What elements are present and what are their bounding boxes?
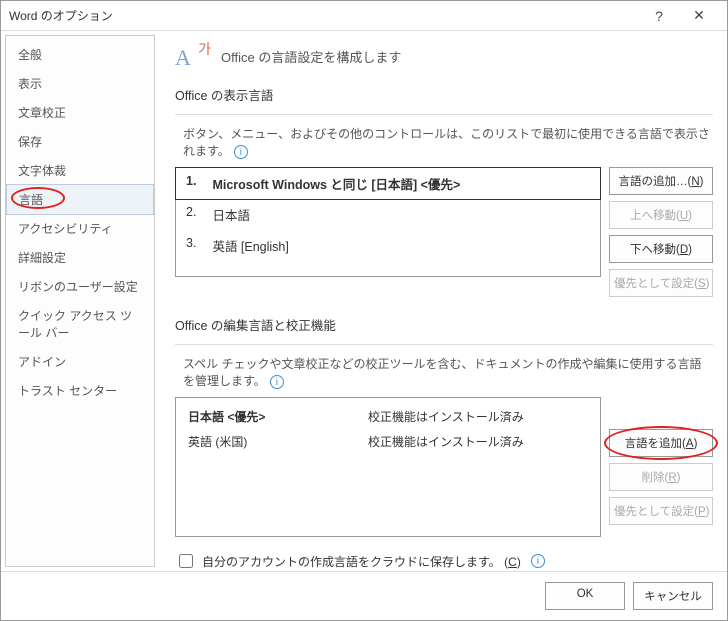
sidebar-item-5[interactable]: 言語 [6, 184, 154, 215]
sidebar-item-7[interactable]: 詳細設定 [6, 243, 154, 272]
info-icon[interactable]: i [531, 554, 545, 568]
display-language-title: Office の表示言語 [175, 85, 713, 104]
display-language-list[interactable]: 1.Microsoft Windows と同じ [日本語] <優先>2.日本語3… [175, 167, 601, 277]
sidebar-item-11[interactable]: トラスト センター [6, 376, 154, 405]
titlebar: Word のオプション ? ✕ [1, 1, 727, 31]
sidebar-item-4[interactable]: 文字体裁 [6, 156, 154, 185]
sidebar-item-3[interactable]: 保存 [6, 127, 154, 156]
cloud-save-checkbox[interactable] [179, 554, 193, 568]
help-button[interactable]: ? [639, 8, 679, 24]
cloud-save-label: 自分のアカウントの作成言語をクラウドに保存します。 (C) [202, 553, 521, 570]
ok-button[interactable]: OK [545, 582, 625, 610]
language-logo-icon: A가 [175, 41, 209, 71]
move-down-button[interactable]: 下へ移動(D) [609, 235, 713, 263]
sidebar-item-0[interactable]: 全般 [6, 40, 154, 69]
sidebar-item-9[interactable]: クイック アクセス ツール バー [6, 301, 154, 347]
editing-language-desc: スペル チェックや文章校正などの校正ツールを含む、ドキュメントの作成や編集に使用… [183, 355, 713, 389]
sidebar-item-8[interactable]: リボンのユーザー設定 [6, 272, 154, 301]
display-lang-item[interactable]: 1.Microsoft Windows と同じ [日本語] <優先> [175, 167, 601, 200]
editing-language-title: Office の編集言語と校正機能 [175, 315, 713, 334]
set-preferred-editing-button: 優先として設定(P) [609, 497, 713, 525]
sidebar-item-2[interactable]: 文章校正 [6, 98, 154, 127]
add-display-lang-button[interactable]: 言語の追加…(N) [609, 167, 713, 195]
sidebar: 全般表示文章校正保存文字体裁言語アクセシビリティ詳細設定リボンのユーザー設定クイ… [5, 35, 155, 567]
sidebar-item-1[interactable]: 表示 [6, 69, 154, 98]
move-up-button: 上へ移動(U) [609, 201, 713, 229]
editing-language-list[interactable]: 日本語 <優先>校正機能はインストール済み英語 (米国)校正機能はインストール済… [175, 397, 601, 537]
add-editing-lang-button[interactable]: 言語を追加(A) [609, 429, 713, 457]
editing-lang-row[interactable]: 英語 (米国)校正機能はインストール済み [176, 429, 600, 454]
set-preferred-display-button: 優先として設定(S) [609, 269, 713, 297]
sidebar-item-10[interactable]: アドイン [6, 347, 154, 376]
delete-editing-lang-button: 削除(R) [609, 463, 713, 491]
info-icon[interactable]: i [270, 375, 284, 389]
info-icon[interactable]: i [234, 145, 248, 159]
display-lang-item[interactable]: 2.日本語 [176, 199, 600, 230]
display-lang-item[interactable]: 3.英語 [English] [176, 230, 600, 261]
close-button[interactable]: ✕ [679, 7, 719, 24]
page-heading: Office の言語設定を構成します [221, 47, 401, 66]
window-title: Word のオプション [9, 7, 639, 24]
cancel-button[interactable]: キャンセル [633, 582, 713, 610]
display-language-desc: ボタン、メニュー、およびその他のコントロールは、このリストで最初に使用できる言語… [183, 125, 713, 159]
editing-lang-row[interactable]: 日本語 <優先>校正機能はインストール済み [176, 404, 600, 429]
sidebar-item-6[interactable]: アクセシビリティ [6, 214, 154, 243]
main-panel: A가 Office の言語設定を構成します Office の表示言語 ボタン、メ… [155, 31, 727, 571]
